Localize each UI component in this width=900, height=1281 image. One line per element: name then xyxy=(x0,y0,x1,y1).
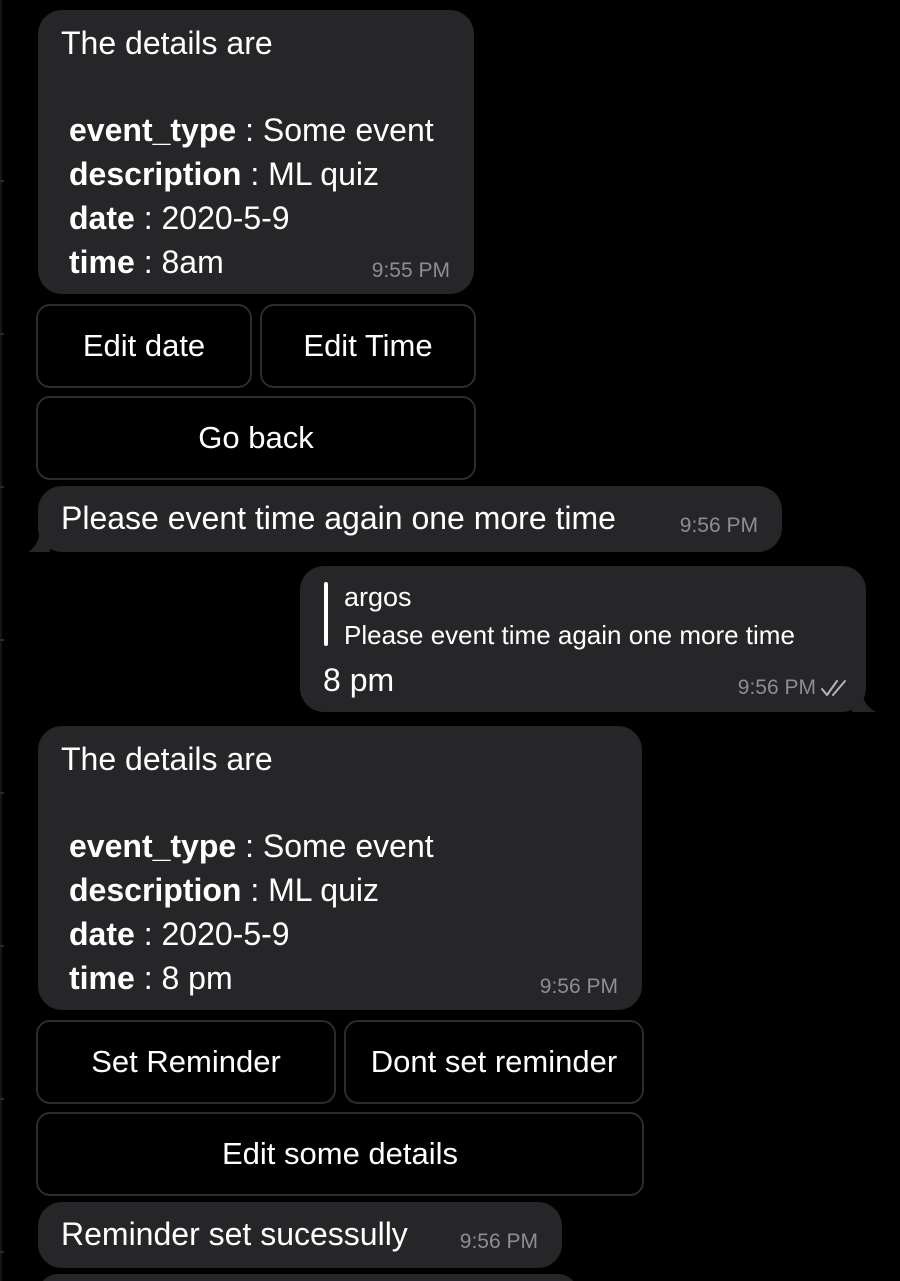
go-back-button[interactable]: Go back xyxy=(36,396,476,480)
detail-separator: : xyxy=(134,200,162,236)
details-message[interactable]: The details are event_type : Some event … xyxy=(38,10,474,294)
reply-quote-bar xyxy=(324,582,328,646)
details-message[interactable]: The details are event_type : Some event … xyxy=(38,726,642,1010)
message-text: Please event time again one more time xyxy=(61,500,616,536)
edit-time-button[interactable]: Edit Time xyxy=(260,304,476,388)
detail-key: date xyxy=(69,200,135,236)
detail-separator: : xyxy=(236,828,263,864)
edge-tick xyxy=(0,333,4,335)
set-reminder-button[interactable]: Set Reminder xyxy=(36,1020,336,1104)
message-timestamp: 9:56 PM xyxy=(459,1230,538,1253)
detail-row-description: description : ML quiz xyxy=(69,154,379,194)
message-timestamp: 9:56 PM xyxy=(737,676,816,699)
detail-row-date: date : 2020-5-9 xyxy=(69,198,290,238)
detail-key: time xyxy=(69,244,135,280)
chat-screen[interactable]: The details are event_type : Some event … xyxy=(0,0,900,1281)
detail-separator: : xyxy=(241,872,269,908)
message-heading: The details are xyxy=(61,25,273,61)
double-check-icon xyxy=(821,680,846,696)
edge-tick xyxy=(0,1098,4,1100)
chat-list-edge xyxy=(0,0,4,1281)
detail-value: ML quiz xyxy=(268,156,379,192)
message-timestamp: 9:56 PM xyxy=(539,975,618,998)
detail-value: 8 pm xyxy=(161,960,233,996)
detail-key: event_type xyxy=(69,112,237,148)
message-text: 8 pm xyxy=(323,662,395,698)
detail-separator: : xyxy=(134,244,162,280)
detail-row-date: date : 2020-5-9 xyxy=(69,914,290,954)
detail-key: description xyxy=(69,872,242,908)
detail-key: event_type xyxy=(69,828,237,864)
detail-row-description: description : ML quiz xyxy=(69,870,379,910)
edge-tick xyxy=(0,639,4,641)
confirmation-message[interactable]: Reminder set sucessully 9:56 PM xyxy=(38,1202,562,1268)
detail-value: 2020-5-9 xyxy=(161,200,290,236)
edit-some-details-button[interactable]: Edit some details xyxy=(36,1112,644,1196)
edge-tick xyxy=(0,945,4,947)
detail-value: 2020-5-9 xyxy=(161,916,290,952)
edit-date-button[interactable]: Edit date xyxy=(36,304,252,388)
detail-separator: : xyxy=(134,916,162,952)
edge-tick xyxy=(0,180,4,182)
detail-separator: : xyxy=(134,960,162,996)
detail-key: time xyxy=(69,960,135,996)
edge-tick xyxy=(0,486,4,488)
detail-row-time: time : 8 pm xyxy=(69,958,233,998)
detail-value: Some event xyxy=(262,112,434,148)
message-timestamp: 9:55 PM xyxy=(371,259,450,282)
detail-row-event-type: event_type : Some event xyxy=(69,826,434,866)
reply-message[interactable]: argos Please event time again one more t… xyxy=(300,566,866,712)
detail-row-event-type: event_type : Some event xyxy=(69,110,434,150)
prompt-message[interactable]: Please event time again one more time 9:… xyxy=(38,486,782,552)
next-message-partial xyxy=(38,1274,578,1281)
dont-set-reminder-button[interactable]: Dont set reminder xyxy=(344,1020,644,1104)
edge-tick xyxy=(0,1251,4,1253)
detail-key: date xyxy=(69,916,135,952)
reply-quoted-author: argos xyxy=(344,582,412,612)
message-text: Reminder set sucessully xyxy=(61,1216,408,1252)
detail-value: Some event xyxy=(262,828,434,864)
detail-separator: : xyxy=(236,112,263,148)
message-heading: The details are xyxy=(61,741,273,777)
detail-row-time: time : 8am xyxy=(69,242,224,282)
detail-separator: : xyxy=(241,156,269,192)
reply-quoted-text: Please event time again one more time xyxy=(344,620,795,650)
message-timestamp: 9:56 PM xyxy=(679,514,758,537)
edge-tick xyxy=(0,792,4,794)
detail-value: ML quiz xyxy=(268,872,379,908)
detail-key: description xyxy=(69,156,242,192)
detail-value: 8am xyxy=(161,244,224,280)
